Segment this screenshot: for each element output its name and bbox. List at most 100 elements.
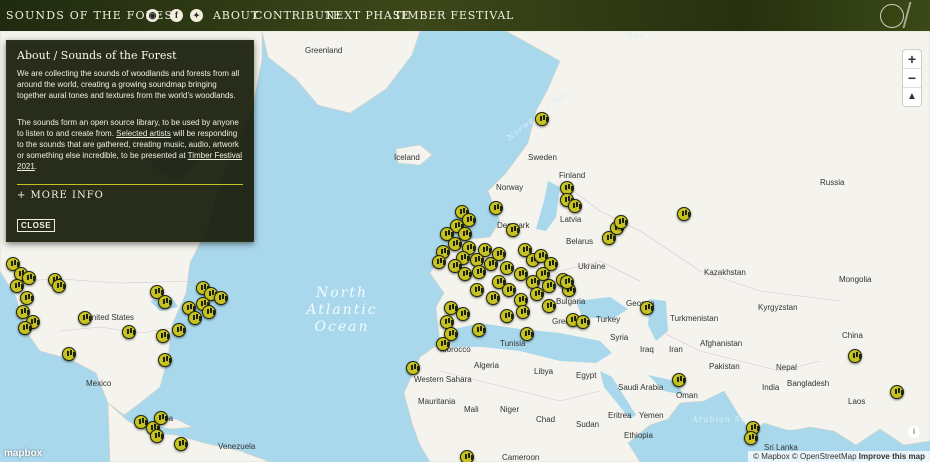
sound-marker[interactable]: [542, 299, 556, 313]
sound-marker[interactable]: [10, 279, 24, 293]
sound-marker[interactable]: [514, 267, 528, 281]
facebook-icon[interactable]: f: [170, 9, 183, 22]
panel-details-text-3: .: [34, 162, 38, 171]
label-bulgaria: Bulgaria: [556, 297, 586, 306]
label-mali: Mali: [464, 405, 479, 414]
label-afghanistan: Afghanistan: [700, 339, 743, 348]
nav-timber-festival[interactable]: TIMBER FESTIVAL: [394, 9, 514, 22]
mapbox-logo[interactable]: mapbox: [4, 448, 42, 459]
label-oman: Oman: [676, 391, 698, 400]
sound-marker[interactable]: [78, 311, 92, 325]
more-info-toggle[interactable]: + MORE INFO: [17, 190, 104, 201]
sound-marker[interactable]: [535, 112, 549, 126]
label-tunisia: Tunisia: [500, 339, 526, 348]
sound-marker[interactable]: [500, 309, 514, 323]
label-turkmenistan: Turkmenistan: [670, 314, 719, 323]
partner-logo-icon[interactable]: [880, 4, 904, 28]
label-bangladesh: Bangladesh: [787, 379, 830, 388]
sound-marker[interactable]: [560, 275, 574, 289]
sound-marker[interactable]: [506, 223, 520, 237]
sound-marker[interactable]: [174, 437, 188, 451]
sound-marker[interactable]: [460, 450, 474, 462]
sound-marker[interactable]: [470, 283, 484, 297]
sound-marker[interactable]: [500, 261, 514, 275]
sound-marker[interactable]: [406, 361, 420, 375]
sound-marker[interactable]: [432, 255, 446, 269]
panel-details: The sounds form an open source library, …: [17, 117, 245, 172]
label-russia: Russia: [820, 178, 845, 187]
label-laos: Laos: [848, 397, 866, 406]
sound-marker[interactable]: [154, 411, 168, 425]
sound-marker[interactable]: [848, 349, 862, 363]
label-mongolia: Mongolia: [839, 275, 872, 284]
sound-marker[interactable]: [448, 237, 462, 251]
label-sudan: Sudan: [576, 420, 600, 429]
sound-marker[interactable]: [492, 247, 506, 261]
sound-marker[interactable]: [156, 329, 170, 343]
sound-marker[interactable]: [20, 291, 34, 305]
sound-marker[interactable]: [188, 311, 202, 325]
sound-marker[interactable]: [486, 291, 500, 305]
sound-marker[interactable]: [214, 291, 228, 305]
sound-marker[interactable]: [520, 327, 534, 341]
info-icon[interactable]: i: [908, 426, 920, 438]
sound-marker[interactable]: [456, 307, 470, 321]
map-zoom-controls: + − ▲: [903, 50, 921, 106]
label-united-states: United States: [86, 313, 135, 322]
sound-marker[interactable]: [436, 337, 450, 351]
label-mauritania: Mauritania: [418, 397, 456, 406]
sound-marker[interactable]: [489, 201, 503, 215]
label-saudi-arabia: Saudi Arabia: [618, 383, 664, 392]
label-egypt: Egypt: [576, 371, 597, 380]
sound-marker[interactable]: [744, 431, 758, 445]
label-pakistan: Pakistan: [709, 362, 740, 371]
sound-marker[interactable]: [672, 373, 686, 387]
zoom-out-button[interactable]: −: [903, 69, 921, 88]
sound-marker[interactable]: [172, 323, 186, 337]
sound-marker[interactable]: [542, 279, 556, 293]
label-niger: Niger: [500, 405, 520, 414]
sound-marker[interactable]: [22, 271, 36, 285]
sound-marker[interactable]: [640, 301, 654, 315]
ocean-label-line-1: North: [315, 285, 368, 301]
sound-marker[interactable]: [122, 325, 136, 339]
zoom-in-button[interactable]: +: [903, 50, 921, 69]
sound-marker[interactable]: [890, 385, 904, 399]
panel-divider: [17, 184, 243, 185]
label-nepal: Nepal: [776, 363, 797, 372]
improve-map-link[interactable]: Improve this map: [859, 452, 925, 461]
sound-marker[interactable]: [202, 305, 216, 319]
sound-marker[interactable]: [18, 321, 32, 335]
sound-marker[interactable]: [158, 295, 172, 309]
label-kazakhstan: Kazakhstan: [704, 268, 746, 277]
sound-marker[interactable]: [150, 429, 164, 443]
selected-artists-link[interactable]: Selected artists: [116, 129, 171, 138]
sound-marker[interactable]: [158, 353, 172, 367]
sound-marker[interactable]: [516, 305, 530, 319]
sound-marker[interactable]: [462, 213, 476, 227]
osm-attribution-link[interactable]: © OpenStreetMap: [792, 452, 857, 461]
twitter-icon[interactable]: ✦: [190, 9, 203, 22]
compass-icon[interactable]: ▲: [903, 88, 921, 106]
sound-marker[interactable]: [52, 279, 66, 293]
sound-marker[interactable]: [62, 347, 76, 361]
panel-title: About / Sounds of the Forest: [17, 49, 177, 62]
sound-wave-icon[interactable]: ◉: [146, 9, 159, 22]
sound-marker[interactable]: [614, 215, 628, 229]
sound-marker[interactable]: [472, 323, 486, 337]
nav-about[interactable]: ABOUT: [213, 9, 259, 22]
mapbox-attribution-link[interactable]: © Mapbox: [753, 452, 790, 461]
label-libya: Libya: [534, 367, 554, 376]
label-iceland: Iceland: [394, 153, 420, 162]
sound-marker[interactable]: [677, 207, 691, 221]
sound-marker[interactable]: [576, 315, 590, 329]
map-attribution: © Mapbox © OpenStreetMap Improve this ma…: [748, 451, 930, 462]
label-mexico: Mexico: [86, 379, 112, 388]
sound-marker[interactable]: [502, 283, 516, 297]
label-chad: Chad: [536, 415, 556, 424]
sound-marker[interactable]: [568, 199, 582, 213]
sound-marker[interactable]: [458, 267, 472, 281]
label-arabian-sea: Arabian Sea: [692, 415, 753, 424]
label-greenland: Greenland: [305, 46, 343, 55]
close-button[interactable]: CLOSE: [17, 219, 56, 232]
